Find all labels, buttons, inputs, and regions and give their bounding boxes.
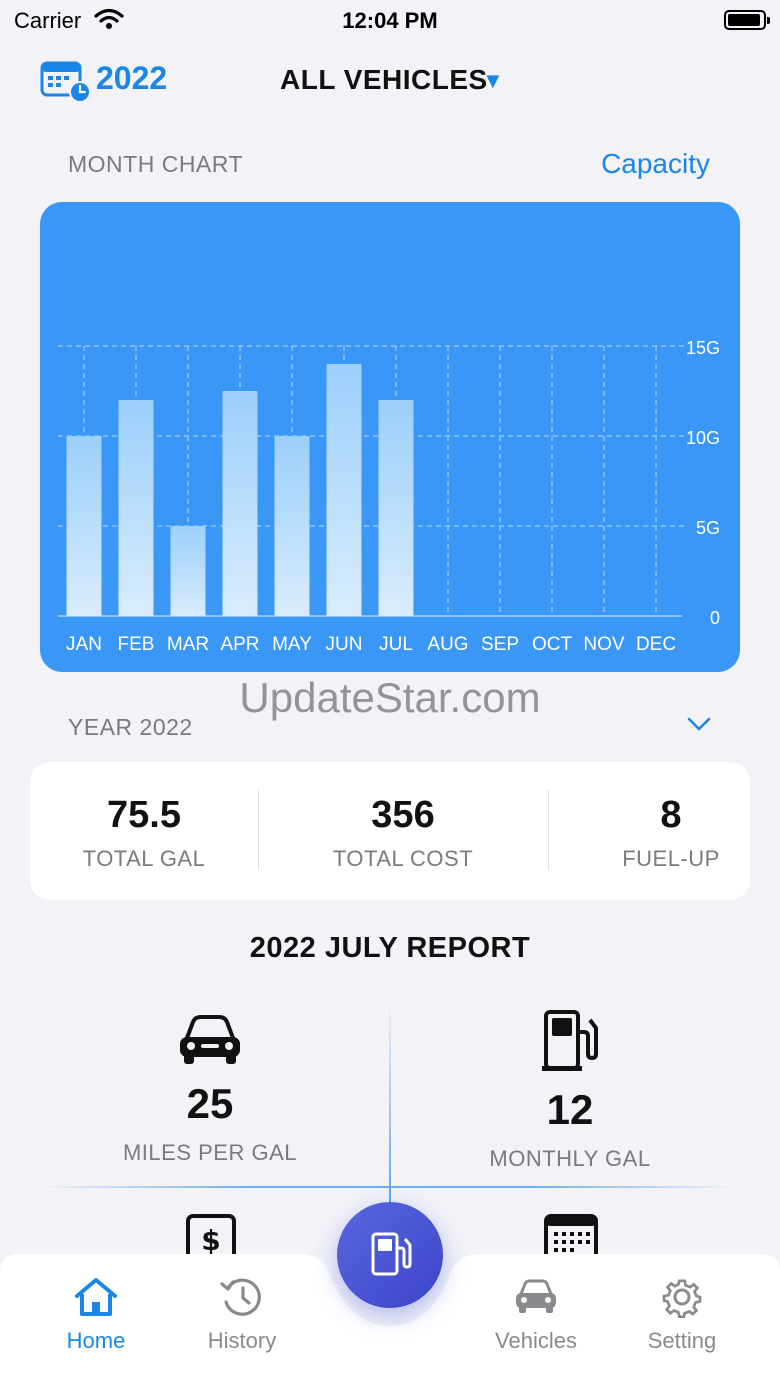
divider	[44, 1186, 736, 1188]
stat-value: 356	[371, 794, 435, 836]
car-icon	[516, 1279, 556, 1313]
year-selector[interactable]: 2022	[96, 60, 167, 97]
tab-home[interactable]: Home	[36, 1276, 156, 1354]
x-tick-label: MAY	[272, 634, 312, 655]
header: 2022 ALL VEHICLES ▼	[0, 56, 780, 106]
stat-label: TOTAL COST	[332, 846, 474, 871]
stat-label: FUEL-UP	[622, 846, 720, 871]
stat-fuel-up: 8 FUEL-UP	[548, 762, 780, 900]
month-chart-svg: 0 5G 10G 15G JAN FEB MAR APR MAY JUN JUL AUG SEP OCT N…	[58, 338, 720, 655]
vehicle-filter[interactable]: ALL VEHICLES	[280, 64, 488, 96]
x-tick-label: AUG	[427, 634, 468, 655]
chevron-down-icon[interactable]	[686, 716, 712, 737]
y-tick-label: 5G	[696, 518, 720, 538]
stat-total-gal: 75.5 TOTAL GAL	[30, 762, 258, 900]
fuel-pump-icon	[440, 1008, 700, 1074]
x-tick-label: JUL	[379, 634, 413, 655]
tab-vehicles[interactable]: Vehicles	[476, 1276, 596, 1354]
report-title: 2022 JULY REPORT	[249, 932, 531, 964]
x-tick-label: MAR	[167, 634, 209, 655]
bar	[66, 436, 102, 616]
bar	[222, 391, 258, 616]
x-tick-label: SEP	[481, 634, 519, 655]
year-label: YEAR 2022	[68, 714, 193, 740]
tab-label: Home	[66, 1328, 126, 1353]
car-icon	[80, 1012, 340, 1068]
month-chart-label: MONTH CHART	[68, 151, 244, 177]
metric-value: 25	[186, 1080, 234, 1127]
history-icon	[220, 1278, 261, 1316]
tab-label: History	[207, 1328, 277, 1353]
y-tick-label: 10G	[686, 428, 720, 448]
bar	[326, 364, 362, 616]
metric-label: MONTHLY GAL	[489, 1146, 651, 1171]
fuel-pump-icon	[371, 1232, 412, 1276]
y-tick-label: 0	[710, 608, 720, 628]
x-tick-label: DEC	[636, 634, 676, 655]
svg-text:$: $	[201, 1224, 220, 1257]
metric-value: 12	[546, 1086, 594, 1133]
clock: 12:04 PM	[342, 8, 438, 33]
month-chart: 0 5G 10G 15G JAN FEB MAR APR MAY JUN JUL AUG SEP OCT N…	[40, 202, 740, 672]
add-fuel-button[interactable]	[337, 1202, 443, 1308]
y-tick-label: 15G	[686, 338, 720, 358]
capacity-toggle[interactable]: Capacity	[601, 148, 710, 180]
x-tick-label: OCT	[532, 634, 573, 655]
metric-label: MILES PER GAL	[122, 1140, 297, 1165]
tab-label: Setting	[647, 1328, 717, 1353]
x-tick-label: FEB	[118, 634, 155, 655]
tab-setting[interactable]: Setting	[622, 1276, 742, 1354]
calendar-clock-icon[interactable]	[40, 59, 92, 108]
stat-value: 8	[660, 794, 682, 836]
x-tick-label: APR	[220, 634, 259, 655]
x-tick-label: JUN	[326, 634, 363, 655]
year-stats-card: 75.5 TOTAL GAL 356 TOTAL COST 8 FUEL-UP	[30, 762, 750, 900]
bar	[118, 400, 154, 616]
gear-icon	[662, 1279, 702, 1318]
x-tick-label: JAN	[66, 634, 102, 655]
stat-value: 75.5	[107, 794, 181, 836]
stat-total-cost: 356 TOTAL COST	[258, 762, 548, 900]
status-bar: Carrier 12:04 PM	[0, 0, 780, 40]
bar	[274, 436, 310, 616]
bar	[378, 400, 414, 616]
stat-label: TOTAL GAL	[82, 846, 206, 871]
dropdown-caret-icon[interactable]: ▼	[482, 68, 504, 94]
home-icon	[75, 1278, 117, 1316]
metric-miles-per-gal: 25 MILES PER GAL	[80, 1012, 340, 1172]
battery-icon	[724, 10, 770, 30]
x-tick-label: NOV	[583, 634, 625, 655]
tab-label: Vehicles	[495, 1328, 577, 1353]
tab-history[interactable]: History	[182, 1276, 302, 1354]
bar	[170, 526, 206, 616]
metric-monthly-gal: 12 MONTHLY GAL	[440, 1008, 700, 1178]
